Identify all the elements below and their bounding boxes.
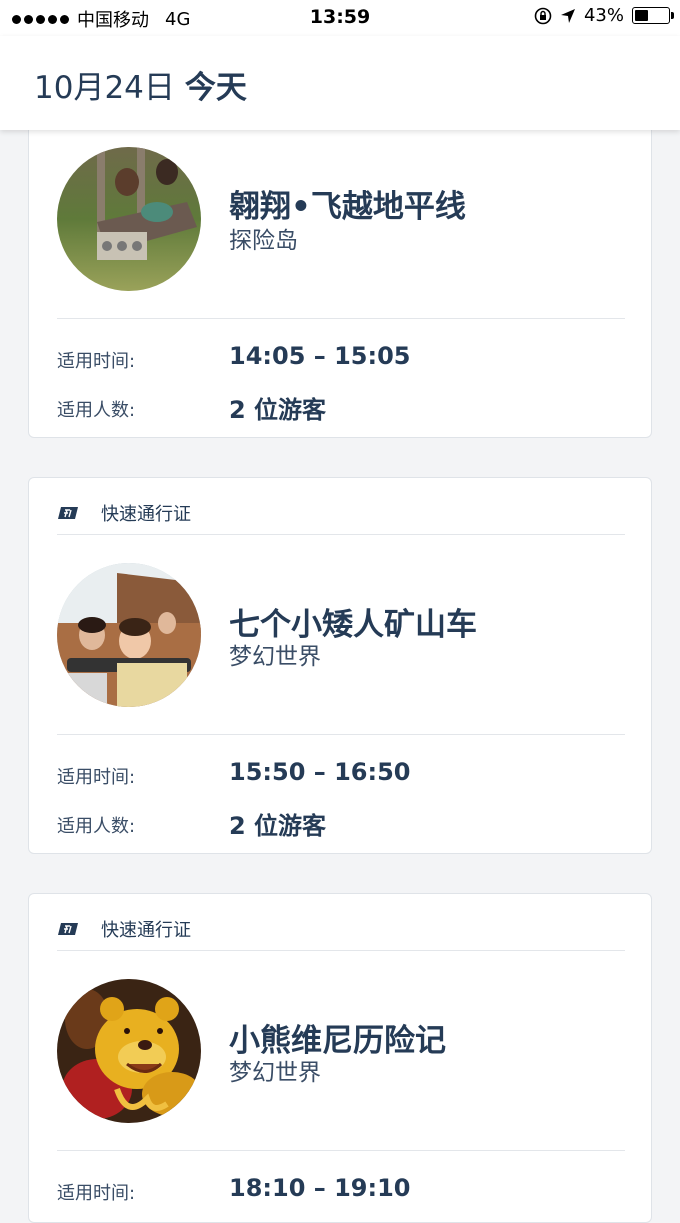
ride-land: 探险岛 xyxy=(229,228,298,254)
date-label: 10月24日 xyxy=(34,70,175,106)
battery-icon xyxy=(632,7,674,24)
divider xyxy=(57,318,625,319)
orientation-lock-icon xyxy=(534,7,552,24)
guests-label: 适用人数: xyxy=(57,400,136,421)
ride-photo-mine-train xyxy=(57,563,201,707)
time-label: 适用时间: xyxy=(57,351,136,372)
ride-photo-pooh xyxy=(57,979,201,1123)
fastpass-icon xyxy=(58,923,78,935)
time-value: 14:05 – 15:05 xyxy=(229,342,411,370)
guests-value: 2 位游客 xyxy=(229,812,327,840)
fastpass-icon xyxy=(58,507,78,519)
page-header: 10月24日 今天 xyxy=(0,36,680,130)
ride-land: 梦幻世界 xyxy=(229,1060,321,1086)
divider xyxy=(57,1150,625,1151)
battery-percent: 43% xyxy=(583,5,624,26)
divider xyxy=(57,950,625,951)
battery-level xyxy=(635,10,648,21)
guests-value: 2 位游客 xyxy=(229,396,327,424)
time-value: 18:10 – 19:10 xyxy=(229,1174,411,1202)
ride-name: 翱翔•飞越地平线 xyxy=(229,189,466,225)
fastpass-badge: 快速通行证 xyxy=(57,500,191,526)
fastpass-card[interactable]: 快速通行证 小熊维尼历险记 梦幻世界 适用时间: 18:10 – 19:10 xyxy=(28,893,652,1223)
header-date[interactable]: 10月24日 今天 xyxy=(34,62,247,107)
guests-label: 适用人数: xyxy=(57,816,136,837)
time-value: 15:50 – 16:50 xyxy=(229,758,411,786)
fastpass-card[interactable]: 快速通行证 七个小矮人矿山车 梦幻世界 适用时间: 15:50 – 16:50 … xyxy=(28,477,652,854)
status-bar-right: 43% xyxy=(534,5,674,26)
today-label: 今天 xyxy=(184,70,247,106)
ride-photo-soaring xyxy=(57,147,201,291)
fastpass-card[interactable]: 翱翔•飞越地平线 探险岛 适用时间: 14:05 – 15:05 适用人数: 2… xyxy=(28,110,652,438)
divider xyxy=(57,734,625,735)
time-label: 适用时间: xyxy=(57,1183,136,1204)
badge-label: 快速通行证 xyxy=(101,920,191,941)
location-arrow-icon xyxy=(560,8,575,23)
time-label: 适用时间: xyxy=(57,767,136,788)
ride-land: 梦幻世界 xyxy=(229,644,321,670)
badge-label: 快速通行证 xyxy=(101,504,191,525)
status-bar: 中国移动 4G 13:59 43% xyxy=(0,0,680,36)
fastpass-badge: 快速通行证 xyxy=(57,916,191,942)
divider xyxy=(57,534,625,535)
